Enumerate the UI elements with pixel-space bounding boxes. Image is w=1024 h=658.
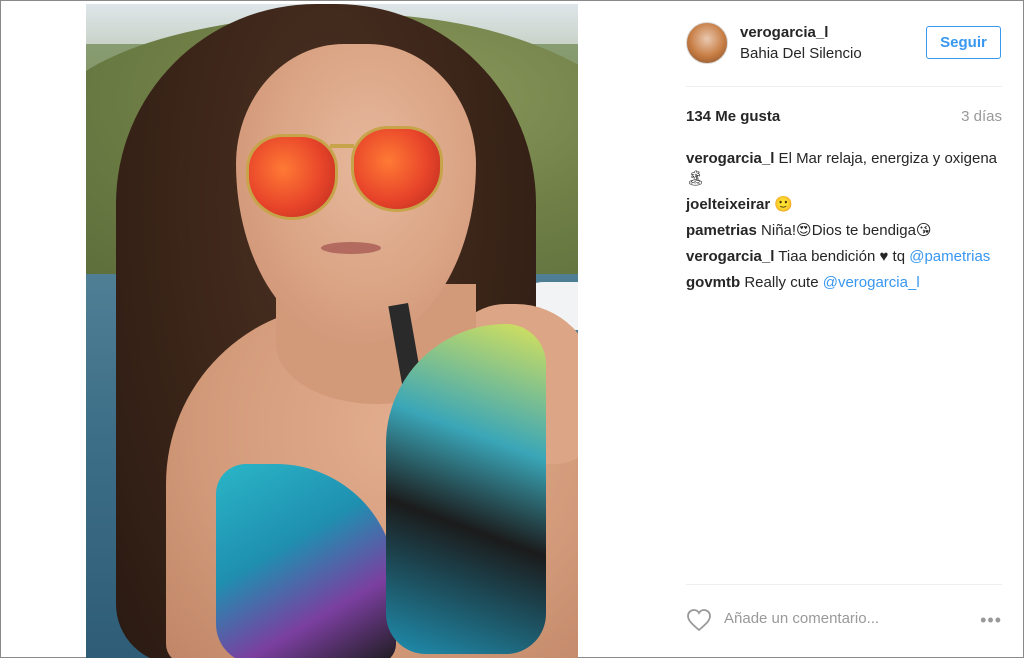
post-location[interactable]: Bahia Del Silencio [740,45,862,62]
comment-input[interactable]: Añade un comentario... [724,610,879,627]
comment-item: joelteixeirar 🙂 [686,195,1002,215]
photo-sunglasses-lens [351,126,443,212]
comment-item: govmtb Really cute @verogarcia_l [686,273,1002,293]
comment-text: Really cute [740,274,823,291]
comment-item: verogarcia_l Tiaa bendición ♥ tq @pametr… [686,247,1002,267]
comment-text: Niña!😍Dios te bendiga😘 [756,222,932,239]
comment-text: Tiaa bendición ♥ tq [774,248,910,265]
post-photo[interactable] [86,4,578,658]
comment-text: 🙂 [770,196,794,213]
comment-item: verogarcia_l El Mar relaja, energiza y o… [686,149,1002,189]
footer-divider [686,584,1002,585]
ellipsis-icon[interactable]: ••• [980,610,1002,631]
header-divider [686,86,1002,87]
likes-row: 134 Me gusta 3 días [686,108,1002,128]
photo-swimsuit [386,324,546,654]
comment-item: pametrias Niña!😍Dios te bendiga😘 [686,221,1002,241]
photo-lips [321,242,381,254]
follow-button[interactable]: Seguir [926,26,1001,59]
comment-user[interactable]: pametrias [686,222,757,239]
post-header: verogarcia_l Bahia Del Silencio Seguir [578,4,1022,86]
post-time[interactable]: 3 días [961,108,1002,125]
comment-mention[interactable]: @pametrias [909,248,990,265]
comments-list: verogarcia_l El Mar relaja, energiza y o… [686,149,1002,299]
heart-outline-icon[interactable] [686,608,712,632]
add-comment-row: Añade un comentario... ••• [686,608,1002,632]
comment-mention[interactable]: @verogarcia_l [823,274,920,291]
post-username[interactable]: verogarcia_l [740,24,828,41]
photo-sunglasses-lens [246,134,338,220]
post-side-panel: verogarcia_l Bahia Del Silencio Seguir 1… [578,4,1022,656]
photo-sunglasses-bridge [330,144,354,148]
comment-user[interactable]: verogarcia_l [686,248,774,265]
comment-user[interactable]: joelteixeirar [686,196,770,213]
comment-user[interactable]: govmtb [686,274,740,291]
avatar[interactable] [686,22,728,64]
comment-user[interactable]: verogarcia_l [686,150,774,167]
likes-count[interactable]: 134 Me gusta [686,108,780,125]
